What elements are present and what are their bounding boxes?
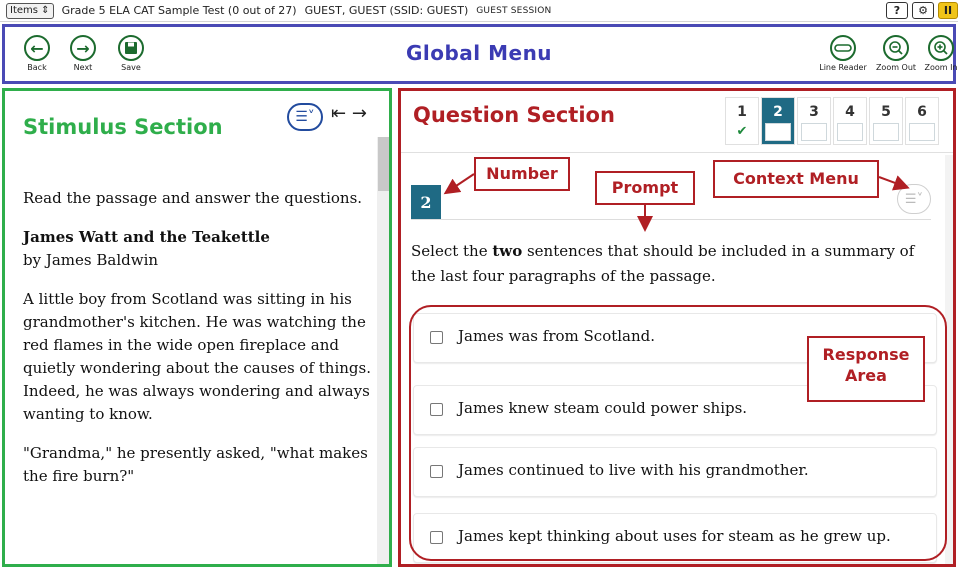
passage-paragraph: A little boy from Scotland was sitting i…	[23, 290, 371, 423]
zoom-in-button[interactable]: Zoom In	[921, 35, 958, 72]
session-label: GUEST SESSION	[476, 5, 552, 16]
checkbox[interactable]	[430, 403, 443, 416]
callout-response-line2: Area	[845, 366, 887, 385]
zoom-out-icon	[883, 35, 909, 61]
settings-button[interactable]: ⚙	[912, 2, 934, 19]
page-tab-4[interactable]: 4	[833, 97, 867, 145]
question-page-tabs: 1 ✔ 2 3 4 5 6	[725, 97, 941, 145]
guest-info: GUEST, GUEST (SSID: GUEST)	[304, 4, 469, 17]
zoom-in-label: Zoom In	[924, 63, 958, 72]
zoom-out-button[interactable]: Zoom Out	[871, 35, 921, 72]
page-number: 1	[737, 104, 747, 120]
question-divider	[411, 219, 931, 220]
page-tab-3[interactable]: 3	[797, 97, 831, 145]
page-number: 4	[845, 104, 855, 120]
page-tab-6[interactable]: 6	[905, 97, 939, 145]
menu-lines-icon: ☰˅	[904, 191, 924, 207]
checkbox[interactable]	[430, 531, 443, 544]
page-status-box	[801, 123, 827, 141]
prompt-emphasis: two	[492, 242, 523, 260]
stimulus-passage: Read the passage and answer the question…	[23, 187, 373, 504]
line-reader-label: Line Reader	[819, 63, 867, 72]
question-number: 2	[411, 185, 441, 219]
option-text: James kept thinking about uses for steam…	[458, 527, 891, 545]
zoom-out-label: Zoom Out	[875, 63, 917, 72]
response-option-4[interactable]: James kept thinking about uses for steam…	[413, 513, 937, 563]
page-tab-5[interactable]: 5	[869, 97, 903, 145]
page-number: 2	[773, 104, 783, 120]
items-dropdown[interactable]: Items ⇕	[6, 2, 54, 19]
passage-byline: by James Baldwin	[23, 251, 159, 269]
page-tab-1[interactable]: 1 ✔	[725, 97, 759, 145]
stimulus-instructions: Read the passage and answer the question…	[23, 189, 363, 207]
page-status-box	[873, 123, 899, 141]
option-text: James knew steam could power ships.	[458, 399, 748, 417]
question-context-menu-button[interactable]: ☰˅	[897, 184, 931, 214]
items-label: Items	[10, 4, 38, 16]
prompt-text: Select the	[411, 242, 493, 260]
help-button[interactable]: ?	[886, 2, 908, 19]
question-title: Question Section	[413, 103, 615, 127]
top-info-bar: Items ⇕ Grade 5 ELA CAT Sample Test (0 o…	[0, 0, 958, 22]
menu-lines-icon: ☰˅	[295, 109, 315, 125]
collapse-left-icon[interactable]: ⇤	[331, 103, 346, 124]
callout-response-area: Response Area	[807, 336, 925, 402]
zoom-in-icon	[928, 35, 954, 61]
response-option-3[interactable]: James continued to live with his grandmo…	[413, 447, 937, 497]
question-scrollbar[interactable]	[945, 155, 953, 564]
option-text: James was from Scotland.	[458, 327, 656, 345]
callout-prompt: Prompt	[595, 171, 695, 205]
check-icon: ✔	[736, 124, 748, 139]
page-status-box	[909, 123, 935, 141]
callout-number: Number	[474, 157, 570, 191]
top-right-controls: ? ⚙ II	[886, 2, 958, 19]
stimulus-context-menu-button[interactable]: ☰˅	[287, 103, 323, 131]
question-prompt: Select the two sentences that should be …	[411, 239, 941, 289]
option-text: James continued to live with his grandmo…	[458, 461, 809, 479]
global-menu: ← Back → Next Save Global Menu Line Read…	[2, 24, 958, 84]
page-number: 3	[809, 104, 819, 120]
stimulus-scroll-thumb[interactable]	[378, 137, 389, 191]
passage-title: James Watt and the Teakettle	[23, 228, 270, 246]
expand-right-icon[interactable]: →	[352, 103, 367, 124]
chevron-updown-icon: ⇕	[41, 4, 50, 16]
panel-expand-controls: ⇤ →	[331, 103, 367, 124]
page-status-box	[765, 123, 791, 141]
test-title: Grade 5 ELA CAT Sample Test (0 out of 27…	[61, 4, 297, 17]
checkbox[interactable]	[430, 331, 443, 344]
page-number: 5	[881, 104, 891, 120]
page-status-box	[837, 123, 863, 141]
pause-button[interactable]: II	[938, 2, 958, 19]
stimulus-scrollbar[interactable]	[377, 137, 389, 564]
stimulus-title: Stimulus Section	[23, 115, 223, 139]
checkbox[interactable]	[430, 465, 443, 478]
page-number: 6	[917, 104, 927, 120]
question-header: Question Section 1 ✔ 2 3 4 5 6	[401, 91, 953, 153]
line-reader-icon	[830, 35, 856, 61]
line-reader-button[interactable]: Line Reader	[817, 35, 869, 72]
stimulus-section: Stimulus Section ☰˅ ⇤ → Read the passage…	[2, 88, 392, 567]
page-tab-2[interactable]: 2	[761, 97, 795, 145]
callout-context-menu: Context Menu	[713, 160, 879, 198]
passage-paragraph: "Grandma," he presently asked, "what mak…	[23, 444, 368, 485]
callout-response-line1: Response	[822, 345, 910, 364]
global-menu-title: Global Menu	[405, 41, 553, 65]
